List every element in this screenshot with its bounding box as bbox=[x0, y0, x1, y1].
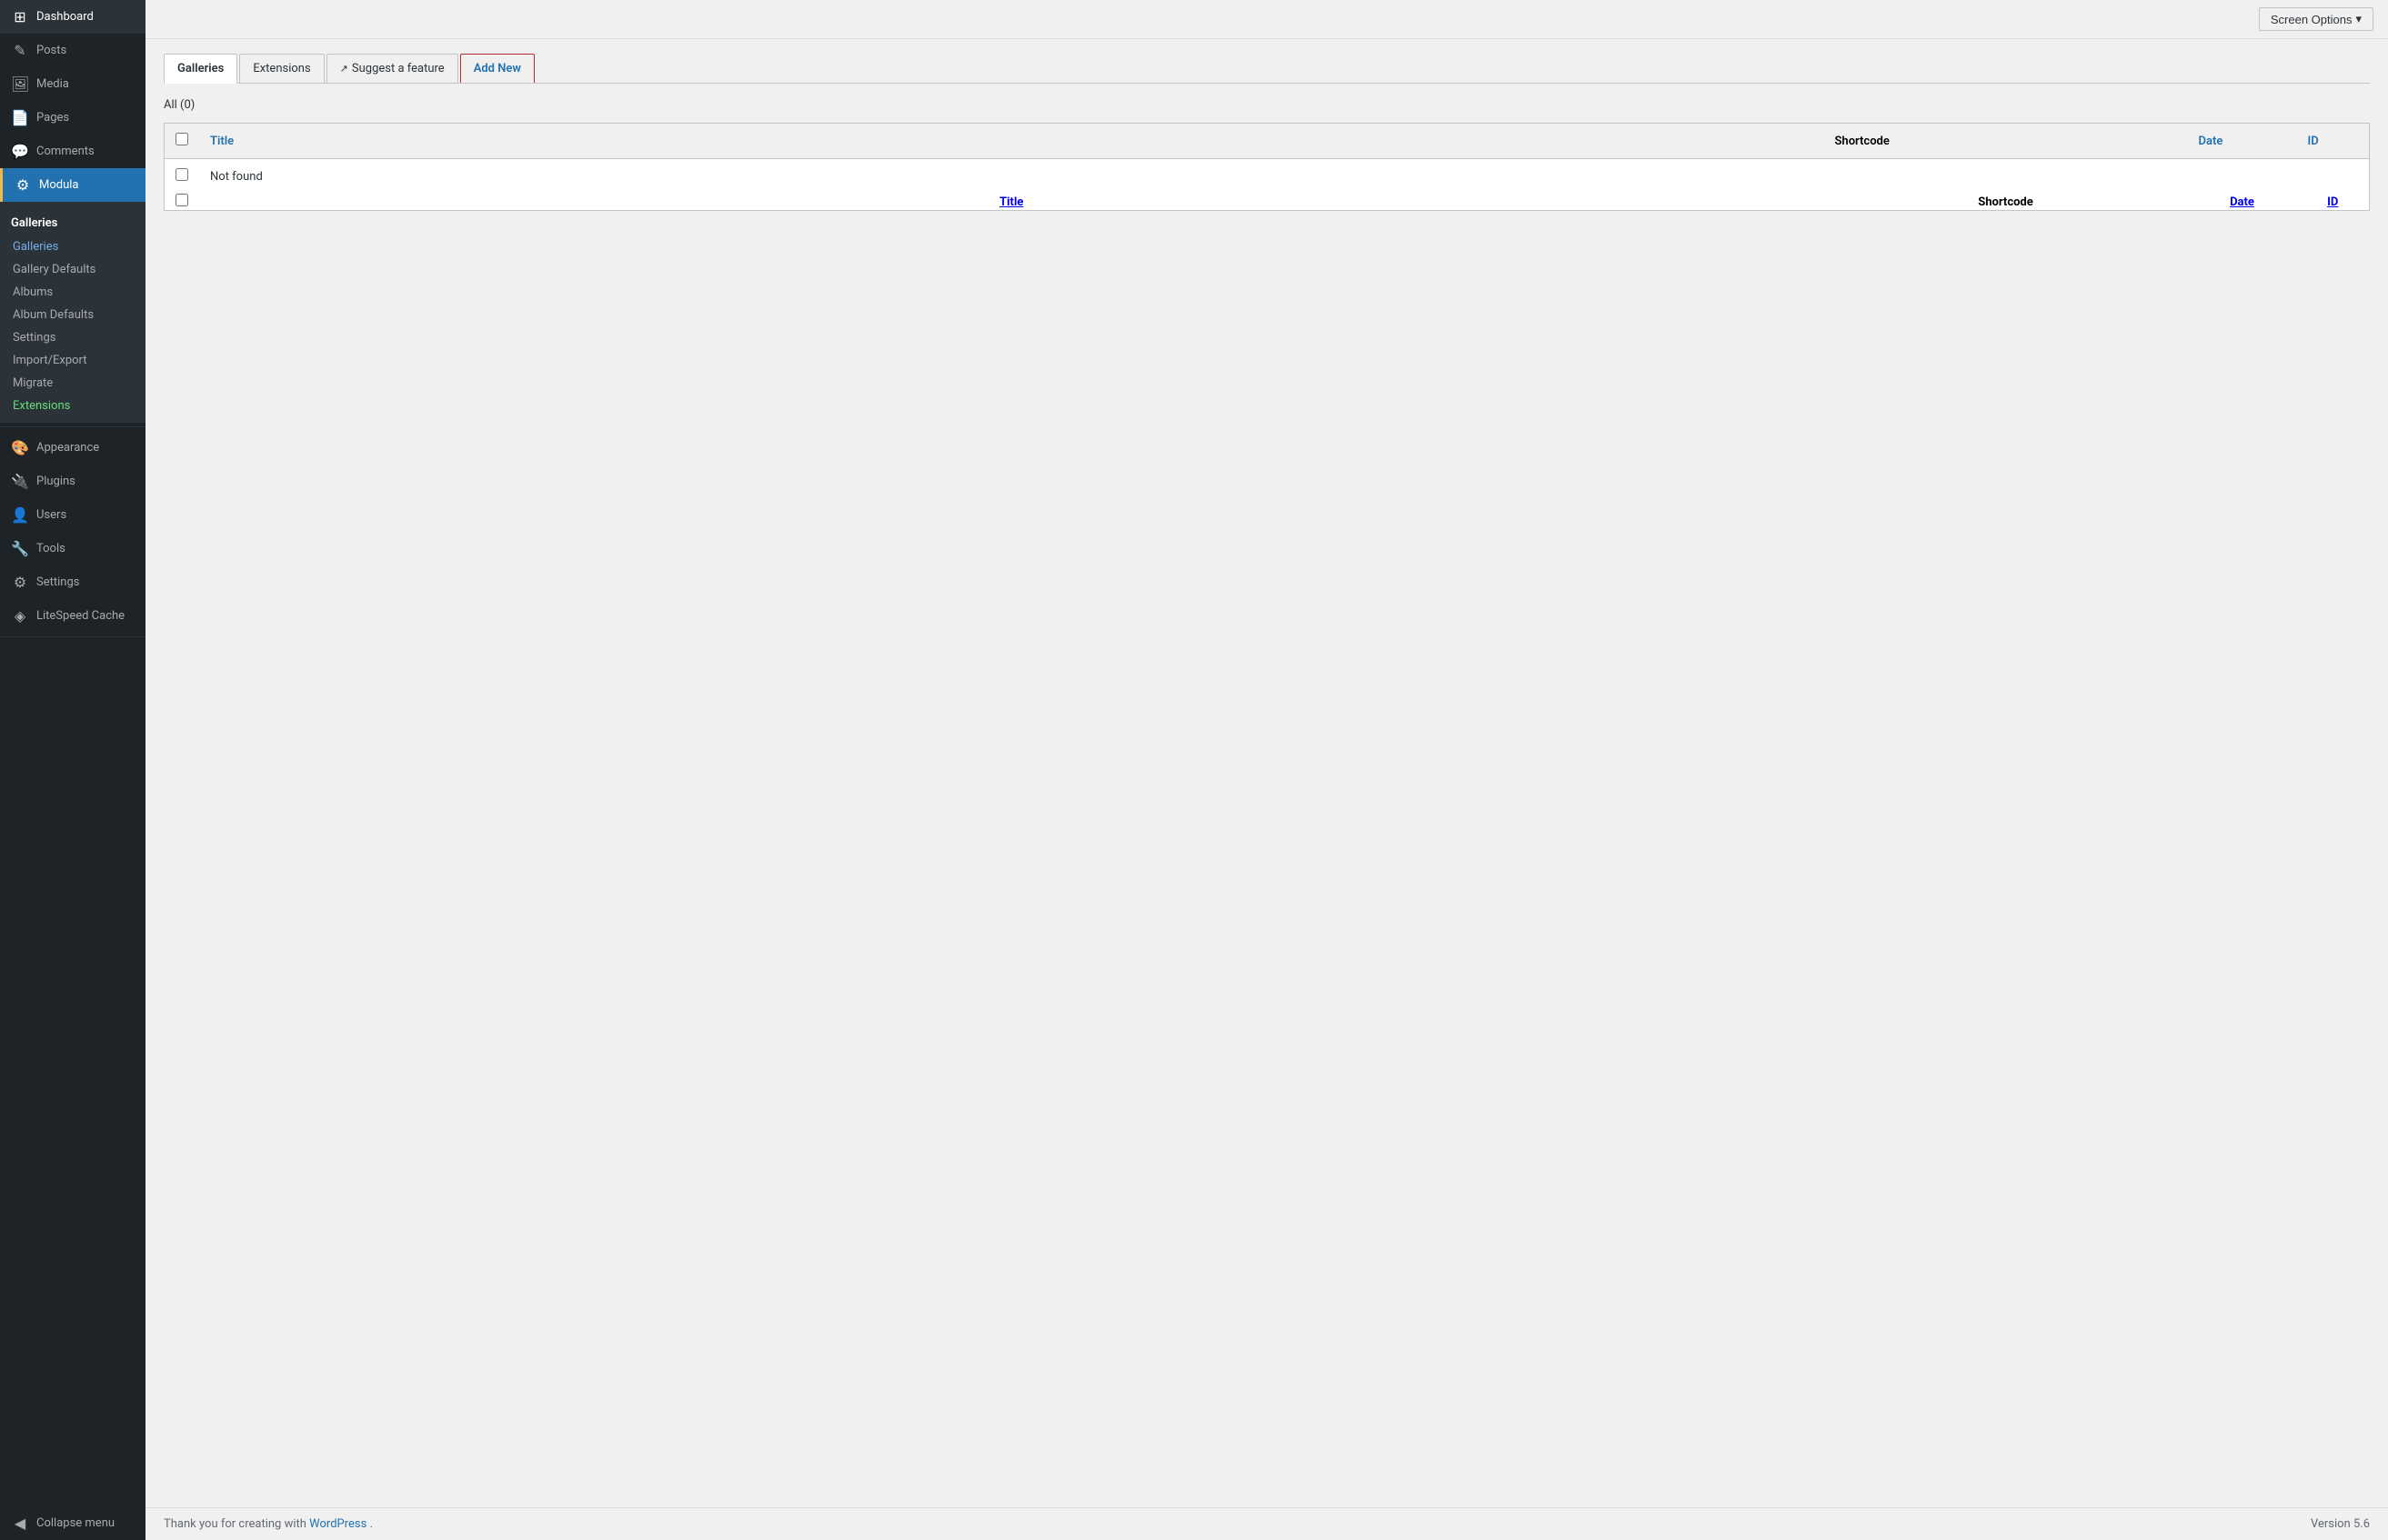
shortcode-column: Shortcode bbox=[1824, 124, 2188, 159]
table-header-row: Title Shortcode Date ID bbox=[165, 124, 2370, 159]
collapse-icon: ◀ bbox=[11, 1515, 29, 1532]
title-column[interactable]: Title bbox=[199, 124, 1824, 159]
tab-galleries[interactable]: Galleries bbox=[164, 54, 237, 84]
row-checkbox[interactable] bbox=[176, 168, 188, 181]
sidebar-item-settings[interactable]: ⚙ Settings bbox=[0, 565, 145, 599]
footer-check-column[interactable] bbox=[165, 194, 200, 211]
filter-bar: All (0) bbox=[164, 98, 2370, 112]
sidebar: ⊞ Dashboard ✎ Posts 🖼 Media 📄 Pages 💬 Co… bbox=[0, 0, 145, 1540]
sidebar-sub-migrate[interactable]: Migrate bbox=[0, 372, 145, 395]
sidebar-item-pages[interactable]: 📄 Pages bbox=[0, 101, 145, 135]
select-all-column[interactable] bbox=[165, 124, 200, 159]
page-content: Galleries Extensions ↗ Suggest a feature… bbox=[145, 39, 2388, 1507]
footer-id-column[interactable]: ID bbox=[2297, 194, 2370, 211]
tab-add-new[interactable]: Add New bbox=[460, 54, 535, 83]
litespeed-icon: ◈ bbox=[11, 607, 29, 625]
settings-icon: ⚙ bbox=[11, 574, 29, 591]
sidebar-sub-albums[interactable]: Albums bbox=[0, 281, 145, 304]
sidebar-sub-galleries[interactable]: Galleries bbox=[0, 235, 145, 258]
footer-title-column[interactable]: Title bbox=[199, 194, 1824, 211]
sidebar-sub-album-defaults[interactable]: Album Defaults bbox=[0, 304, 145, 326]
pages-icon: 📄 bbox=[11, 109, 29, 126]
id-column[interactable]: ID bbox=[2297, 124, 2370, 159]
topbar: Screen Options ▾ bbox=[145, 0, 2388, 39]
appearance-icon: 🎨 bbox=[11, 439, 29, 456]
row-check[interactable] bbox=[165, 159, 200, 195]
table-row: Not found bbox=[165, 159, 2370, 195]
page-footer: Thank you for creating with WordPress . … bbox=[145, 1507, 2388, 1540]
sidebar-item-litespeed[interactable]: ◈ LiteSpeed Cache bbox=[0, 599, 145, 633]
dashboard-icon: ⊞ bbox=[11, 8, 29, 25]
users-icon: 👤 bbox=[11, 506, 29, 524]
main-content: Screen Options ▾ Galleries Extensions ↗ … bbox=[145, 0, 2388, 1540]
sidebar-sub-import-export[interactable]: Import/Export bbox=[0, 349, 145, 372]
footer-shortcode-column: Shortcode bbox=[1824, 194, 2188, 211]
collapse-menu[interactable]: ◀ Collapse menu bbox=[0, 1506, 145, 1540]
footer-thank-you: Thank you for creating with WordPress . bbox=[164, 1517, 373, 1531]
select-all-checkbox[interactable] bbox=[176, 133, 188, 145]
date-column[interactable]: Date bbox=[2188, 124, 2297, 159]
external-link-icon: ↗ bbox=[340, 63, 348, 75]
sidebar-sub-extensions[interactable]: Extensions bbox=[0, 395, 145, 417]
tab-suggest[interactable]: ↗ Suggest a feature bbox=[326, 54, 458, 83]
footer-version: Version 5.6 bbox=[2311, 1517, 2370, 1531]
tools-icon: 🔧 bbox=[11, 540, 29, 557]
posts-icon: ✎ bbox=[11, 42, 29, 59]
sidebar-item-plugins[interactable]: 🔌 Plugins bbox=[0, 465, 145, 498]
chevron-down-icon: ▾ bbox=[2355, 12, 2362, 26]
sidebar-item-appearance[interactable]: 🎨 Appearance bbox=[0, 431, 145, 465]
wordpress-link[interactable]: WordPress bbox=[309, 1517, 369, 1531]
tabs-bar: Galleries Extensions ↗ Suggest a feature… bbox=[164, 54, 2370, 84]
sidebar-item-posts[interactable]: ✎ Posts bbox=[0, 34, 145, 67]
modula-submenu: Galleries Galleries Gallery Defaults Alb… bbox=[0, 202, 145, 423]
sidebar-item-modula[interactable]: ⚙ Modula bbox=[0, 168, 145, 202]
footer-date-column[interactable]: Date bbox=[2188, 194, 2297, 211]
sidebar-sub-gallery-defaults[interactable]: Gallery Defaults bbox=[0, 258, 145, 281]
sidebar-item-comments[interactable]: 💬 Comments bbox=[0, 135, 145, 168]
sidebar-item-media[interactable]: 🖼 Media bbox=[0, 67, 145, 101]
table-footer-row: Title Shortcode Date ID bbox=[165, 194, 2370, 211]
comments-icon: 💬 bbox=[11, 143, 29, 160]
footer-select-all-checkbox[interactable] bbox=[176, 194, 188, 206]
screen-options-button[interactable]: Screen Options ▾ bbox=[2259, 7, 2373, 31]
galleries-table: Title Shortcode Date ID bbox=[164, 123, 2370, 211]
sidebar-item-dashboard[interactable]: ⊞ Dashboard bbox=[0, 0, 145, 34]
sidebar-item-users[interactable]: 👤 Users bbox=[0, 498, 145, 532]
modula-icon: ⚙ bbox=[14, 176, 32, 194]
not-found-cell: Not found bbox=[199, 159, 2370, 195]
sidebar-sub-settings[interactable]: Settings bbox=[0, 326, 145, 349]
galleries-section-title: Galleries bbox=[0, 207, 145, 235]
plugins-icon: 🔌 bbox=[11, 473, 29, 490]
media-icon: 🖼 bbox=[11, 75, 29, 93]
tab-extensions[interactable]: Extensions bbox=[239, 54, 324, 83]
sidebar-item-tools[interactable]: 🔧 Tools bbox=[0, 532, 145, 565]
